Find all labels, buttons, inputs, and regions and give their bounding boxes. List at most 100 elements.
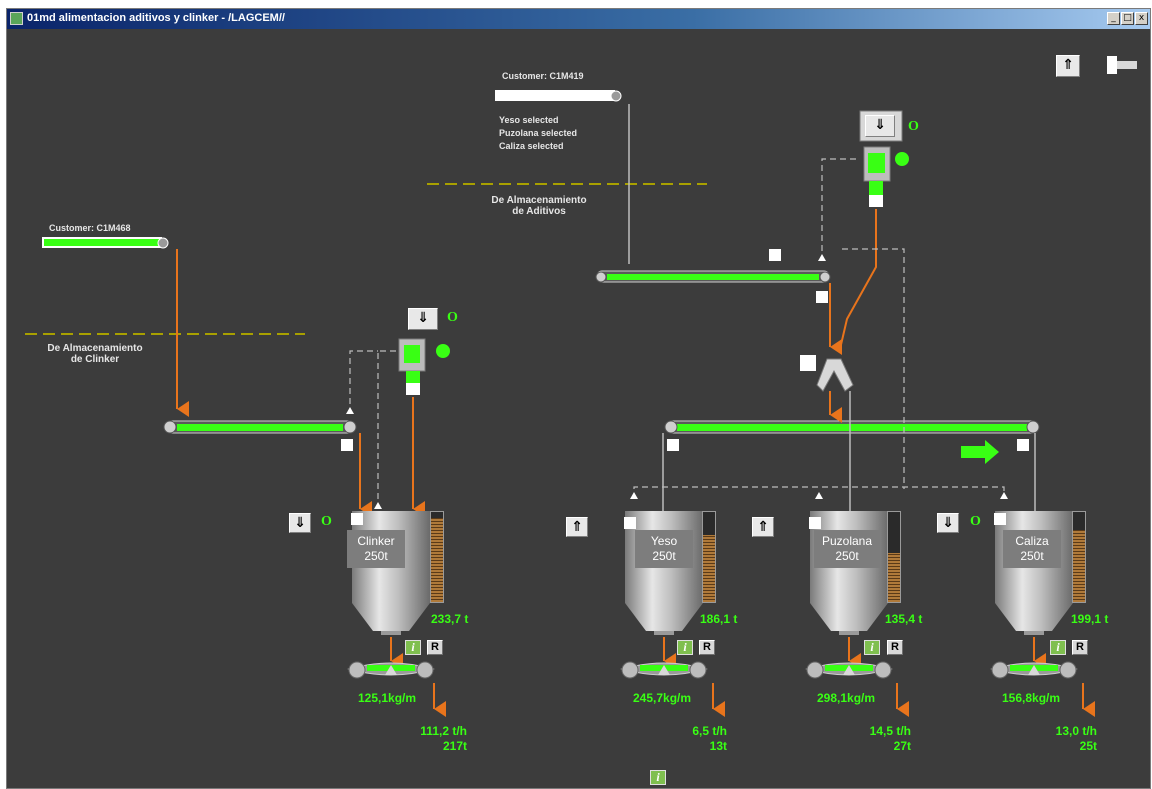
- yeso-flow-rate: 6,5 t/h: [692, 724, 727, 738]
- customer-label-clinker: Customer: C1M468: [49, 223, 131, 233]
- selection-puzolana: Puzolana selected: [499, 128, 578, 138]
- page-up-button[interactable]: ⇑: [1056, 55, 1080, 77]
- silo-caliza-level-fill: [1073, 530, 1085, 602]
- silo-yeso-level-fill: [703, 535, 715, 602]
- customer-bar-aditivos: [495, 90, 615, 101]
- belt-direction-arrow: [961, 440, 999, 464]
- clinker-belt-roller-right: [343, 420, 357, 434]
- caliza-state: O: [970, 514, 981, 529]
- footer-info-button[interactable]: i: [650, 770, 666, 785]
- clinker-feed-rate: 125,1kg/m: [358, 691, 417, 705]
- clinker-return-dashed: [377, 350, 397, 509]
- customer-label-aditivos: Customer: C1M419: [502, 71, 584, 81]
- silo-caliza-level: [1072, 511, 1086, 603]
- silo-caliza-reset-button[interactable]: R: [1072, 640, 1088, 655]
- app-window: 01md alimentacion aditivos y clinker - /…: [6, 8, 1151, 789]
- aditivos-elevator-flow: [839, 209, 877, 350]
- aditivos-elevator-direction-button[interactable]: ⇓: [865, 115, 895, 137]
- silo-yeso-info-button[interactable]: i: [677, 640, 693, 655]
- caliza-total: 25t: [1079, 739, 1097, 753]
- silo-puzolana-level-fill: [888, 553, 900, 602]
- caliza-flow-rate: 13,0 t/h: [1055, 724, 1097, 738]
- clinker-elevator-chute: [406, 371, 420, 383]
- aditivos-elevator-chute: [869, 181, 883, 195]
- silo-clinker-tonnage: 233,7 t: [431, 612, 469, 626]
- diverter-status[interactable]: [800, 355, 816, 371]
- clinker-silo-marker: [374, 502, 382, 509]
- silo-puzolana-tonnage: 135,4 t: [885, 612, 923, 626]
- minimize-button[interactable]: _: [1107, 12, 1120, 25]
- yeso-direction-button[interactable]: ⇑: [566, 517, 588, 537]
- customer-bar-clinker: [42, 237, 162, 248]
- puzolana-direction-button[interactable]: ⇑: [752, 517, 774, 537]
- distribution-belt-status-right[interactable]: [1017, 439, 1029, 451]
- clinker-elevator-gate: [406, 383, 420, 395]
- clinker-elevator-run: [404, 345, 420, 363]
- source-label-aditivos: De Almacenamiento de Aditivos: [491, 195, 587, 217]
- silo-puzolana-info-button[interactable]: i: [864, 640, 880, 655]
- aditivos-belt-roller-right: [819, 271, 831, 283]
- silo-yeso-reset-button[interactable]: R: [699, 640, 715, 655]
- caliza-marker: [1000, 492, 1008, 499]
- close-button[interactable]: x: [1135, 12, 1148, 25]
- silo-caliza-tonnage: 199,1 t: [1071, 612, 1109, 626]
- aditivos-return-dashed: [821, 158, 857, 261]
- clinker-elevator-state: O: [447, 310, 458, 325]
- weigh-feeder-clinker: [347, 661, 435, 679]
- aditivos-elevator-gate: [869, 195, 883, 207]
- caliza-direction-button[interactable]: ⇓: [937, 513, 959, 533]
- caliza-silo-status[interactable]: [994, 513, 1006, 525]
- distribution-belt-run: [677, 424, 1027, 431]
- distribution-belt-roller-right: [1026, 420, 1040, 434]
- clinker-belt-status[interactable]: [341, 439, 353, 451]
- yeso-total: 13t: [709, 739, 727, 753]
- silo-clinker-level-fill: [431, 518, 443, 602]
- yeso-silo-status[interactable]: [624, 517, 636, 529]
- aditivos-belt-status-top[interactable]: [769, 249, 781, 261]
- horn-icon[interactable]: [1107, 56, 1117, 74]
- weigh-feeder-yeso: [620, 661, 708, 679]
- maximize-button[interactable]: □: [1121, 12, 1134, 25]
- clinker-motor: [436, 344, 450, 358]
- distribution-belt-status-left[interactable]: [667, 439, 679, 451]
- aditivos-belt-roller-left: [595, 271, 607, 283]
- silo-caliza-label: Caliza 250t: [1003, 530, 1061, 568]
- aditivos-elevator-state: O: [908, 119, 919, 134]
- silo-caliza-info-button[interactable]: i: [1050, 640, 1066, 655]
- silo-clinker-reset-button[interactable]: R: [427, 640, 443, 655]
- title-bar[interactable]: 01md alimentacion aditivos y clinker - /…: [7, 9, 1150, 29]
- aditivos-belt-status[interactable]: [816, 291, 828, 303]
- silo-yeso-tonnage: 186,1 t: [700, 612, 738, 626]
- clinker-belt-marker: [346, 407, 354, 414]
- window-title: 01md alimentacion aditivos y clinker - /…: [27, 12, 285, 24]
- puzolana-feed-rate: 298,1kg/m: [817, 691, 876, 705]
- clinker-belt-roller-left: [163, 420, 177, 434]
- aditivos-motor: [895, 152, 909, 166]
- clinker-direction-button[interactable]: ⇓: [289, 513, 311, 533]
- aditivos-belt-run: [607, 274, 819, 280]
- selection-caliza: Caliza selected: [499, 141, 564, 151]
- silo-clinker-info-button[interactable]: i: [405, 640, 421, 655]
- clinker-elevator-direction-button[interactable]: ⇓: [408, 308, 438, 330]
- puzolana-flow-rate: 14,5 t/h: [869, 724, 911, 738]
- silo-yeso-label: Yeso 250t: [635, 530, 693, 568]
- aditivos-return-dashed-2: [842, 248, 905, 489]
- silo-puzolana-label: Puzolana 250t: [814, 530, 880, 568]
- process-schematic: [25, 90, 1095, 717]
- puzolana-marker: [815, 492, 823, 499]
- clinker-silo-status[interactable]: [351, 513, 363, 525]
- weigh-feeder-caliza: [990, 661, 1078, 679]
- distribution-belt-roller-left: [664, 420, 678, 434]
- diverter-gate: [816, 358, 854, 392]
- customer-bar-clinker-end: [157, 237, 169, 249]
- clinker-belt-run: [177, 424, 343, 431]
- silo-puzolana-level: [887, 511, 901, 603]
- silo-clinker-level: [430, 511, 444, 603]
- caliza-feed-rate: 156,8kg/m: [1002, 691, 1061, 705]
- clinker-return-dashed-2: [349, 350, 378, 414]
- silo-yeso-level: [702, 511, 716, 603]
- puzolana-silo-status[interactable]: [809, 517, 821, 529]
- silo-puzolana-reset-button[interactable]: R: [887, 640, 903, 655]
- source-label-clinker: De Almacenamiento de Clinker: [47, 343, 143, 365]
- yeso-feed-rate: 245,7kg/m: [633, 691, 692, 705]
